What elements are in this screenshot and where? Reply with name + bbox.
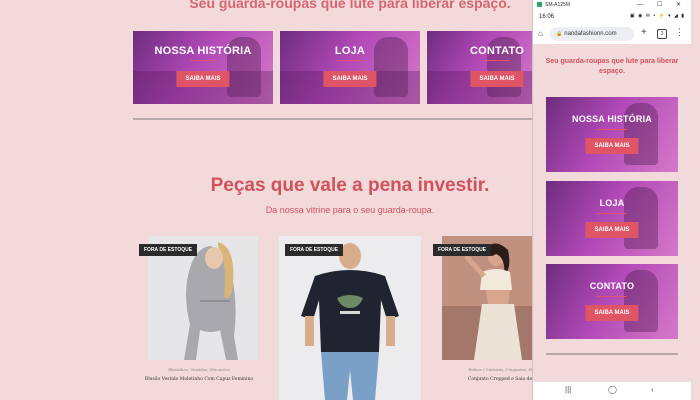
saiba-mais-button[interactable]: SAIBA MAIS (323, 71, 377, 87)
promo-title: CONTATO (470, 45, 524, 57)
url-bar[interactable]: 🔒 nandafashionn.com (550, 27, 634, 41)
saiba-mais-button[interactable]: SAIBA MAIS (470, 71, 524, 87)
promo-title: CONTATO (589, 281, 635, 291)
tabs-icon[interactable]: 3 (657, 29, 667, 39)
promo-underline (484, 60, 510, 61)
status-time: 16:06 (539, 14, 555, 20)
promo-title: LOJA (334, 45, 366, 57)
product-category: Blusinhas, Vestidos, Macacões (168, 367, 230, 372)
section-divider (133, 118, 533, 120)
out-of-stock-badge: FORA DE ESTOQUE (139, 244, 198, 256)
promo-title: NOSSA HISTÓRIA (154, 45, 252, 57)
saiba-mais-button[interactable]: SAIBA MAIS (176, 71, 230, 87)
promo-title: LOJA (599, 198, 625, 208)
product-name[interactable]: Blusão Vestido Moletinho Com Capuz Femin… (139, 377, 259, 382)
menu-icon[interactable]: ⋮ (675, 27, 684, 38)
saiba-mais-button[interactable]: SAIBA MAIS (585, 222, 639, 238)
product-photo-tshirt (279, 236, 421, 400)
promo-card-contato[interactable]: CONTATO SAIBA MAIS (427, 31, 533, 104)
url-text: nandafashionn.com (564, 31, 617, 37)
out-of-stock-badge: FORA DE ESTOQUE (433, 244, 492, 256)
window-controls[interactable]: — ☐ ✕ (637, 1, 687, 8)
promo-underline (597, 213, 627, 214)
emulator-title-bar: SM-A125M — ☐ ✕ (533, 0, 691, 10)
promo-card-loja[interactable]: LOJA SAIBA MAIS (280, 31, 420, 104)
promo-underline (337, 60, 363, 61)
recents-nav-icon[interactable]: ||| (565, 385, 571, 394)
mobile-promo-contato[interactable]: CONTATO SAIBA MAIS (546, 264, 678, 339)
plus-icon[interactable]: + (641, 27, 647, 38)
mobile-promo-nossa-historia[interactable]: NOSSA HISTÓRIA SAIBA MAIS (546, 97, 678, 172)
promo-underline (597, 296, 627, 297)
mobile-tagline: Seu guarda-roupas que lute para liberar … (545, 58, 679, 75)
home-icon[interactable]: ⌂ (538, 29, 543, 38)
promo-underline (190, 60, 216, 61)
promo-card-nossa-historia[interactable]: NOSSA HISTÓRIA SAIBA MAIS (133, 31, 273, 104)
status-icons: ▣ ◉ ✉ • ⚡ ▾ ◢ ▮ (629, 13, 685, 19)
out-of-stock-badge: FORA DE ESTOQUE (285, 244, 344, 256)
saiba-mais-button[interactable]: SAIBA MAIS (585, 305, 639, 321)
promo-title: NOSSA HISTÓRIA (572, 114, 652, 124)
emulator-window-title: SM-A125M (545, 2, 571, 8)
product-image[interactable] (279, 236, 421, 400)
browser-toolbar: ⌂ 🔒 nandafashionn.com + 3 ⋮ (533, 24, 691, 44)
android-status-bar: 16:06 ▣ ◉ ✉ • ⚡ ▾ ◢ ▮ (533, 10, 691, 24)
phone-emulator: SM-A125M — ☐ ✕ 16:06 ▣ ◉ ✉ • ⚡ ▾ ◢ ▮ ⌂ 🔒… (532, 0, 691, 400)
mobile-divider (546, 353, 678, 355)
android-nav-bar: ||| ◯ ‹ (533, 382, 691, 400)
emulator-app-icon (537, 2, 542, 7)
home-nav-icon[interactable]: ◯ (608, 385, 617, 394)
mobile-promo-loja[interactable]: LOJA SAIBA MAIS (546, 181, 678, 256)
back-nav-icon[interactable]: ‹ (651, 385, 654, 394)
promo-underline (597, 129, 627, 130)
saiba-mais-button[interactable]: SAIBA MAIS (585, 138, 639, 154)
lock-icon: 🔒 (556, 31, 563, 37)
